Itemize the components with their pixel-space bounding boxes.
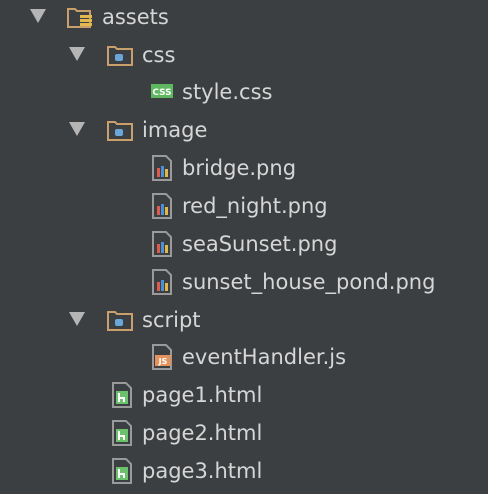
tree-node-page3-html[interactable]: page3.html xyxy=(0,452,488,490)
image-file-icon xyxy=(148,192,176,220)
tree-node-label: page3.html xyxy=(142,459,263,483)
tree-node-label: eventHandler.js xyxy=(182,345,347,369)
tree-node-script[interactable]: script xyxy=(0,301,488,339)
tree-node-bridge-png[interactable]: bridge.png xyxy=(0,149,488,187)
tree-node-label: page1.html xyxy=(142,383,263,407)
html-file-icon xyxy=(108,419,136,447)
svg-text:CSS: CSS xyxy=(152,88,171,98)
js-file-icon: JS xyxy=(148,343,176,371)
folder-icon xyxy=(106,306,134,334)
tree-node-page2-html[interactable]: page2.html xyxy=(0,414,488,452)
tree-node-eventhandler-js[interactable]: JS eventHandler.js xyxy=(0,338,488,376)
tree-node-label: red_night.png xyxy=(182,194,328,218)
image-file-icon xyxy=(148,154,176,182)
html-file-icon xyxy=(108,381,136,409)
expand-arrow-icon[interactable] xyxy=(69,47,85,61)
svg-text:JS: JS xyxy=(158,357,168,366)
tree-node-image[interactable]: image xyxy=(0,111,488,149)
tree-node-css[interactable]: css xyxy=(0,36,488,74)
expand-arrow-icon[interactable] xyxy=(69,122,85,136)
tree-node-label: assets xyxy=(102,5,169,29)
html-file-icon xyxy=(108,457,136,485)
tree-node-assets[interactable]: assets xyxy=(0,0,488,36)
tree-node-label: css xyxy=(142,43,176,67)
tree-node-page1-html[interactable]: page1.html xyxy=(0,376,488,414)
resource-folder-icon xyxy=(66,3,94,31)
image-file-icon xyxy=(148,230,176,258)
project-tree: assets css CSS style.css image bridge.pn… xyxy=(0,0,488,494)
tree-node-style-css[interactable]: CSS style.css xyxy=(0,73,488,111)
tree-node-label: sunset_house_pond.png xyxy=(182,270,436,294)
expand-arrow-icon[interactable] xyxy=(69,312,85,326)
expand-arrow-icon[interactable] xyxy=(30,9,46,23)
tree-node-red-night-png[interactable]: red_night.png xyxy=(0,187,488,225)
tree-node-seasunset-png[interactable]: seaSunset.png xyxy=(0,225,488,263)
image-file-icon xyxy=(148,268,176,296)
css-file-icon: CSS xyxy=(148,78,176,106)
tree-node-sunset-house-pond-png[interactable]: sunset_house_pond.png xyxy=(0,263,488,301)
tree-node-label: bridge.png xyxy=(182,156,297,180)
tree-node-label: style.css xyxy=(182,80,273,104)
tree-node-label: image xyxy=(142,118,208,142)
tree-node-label: script xyxy=(142,308,201,332)
folder-icon xyxy=(106,41,134,69)
tree-node-label: seaSunset.png xyxy=(182,232,338,256)
tree-node-label: page2.html xyxy=(142,421,263,445)
folder-icon xyxy=(106,116,134,144)
